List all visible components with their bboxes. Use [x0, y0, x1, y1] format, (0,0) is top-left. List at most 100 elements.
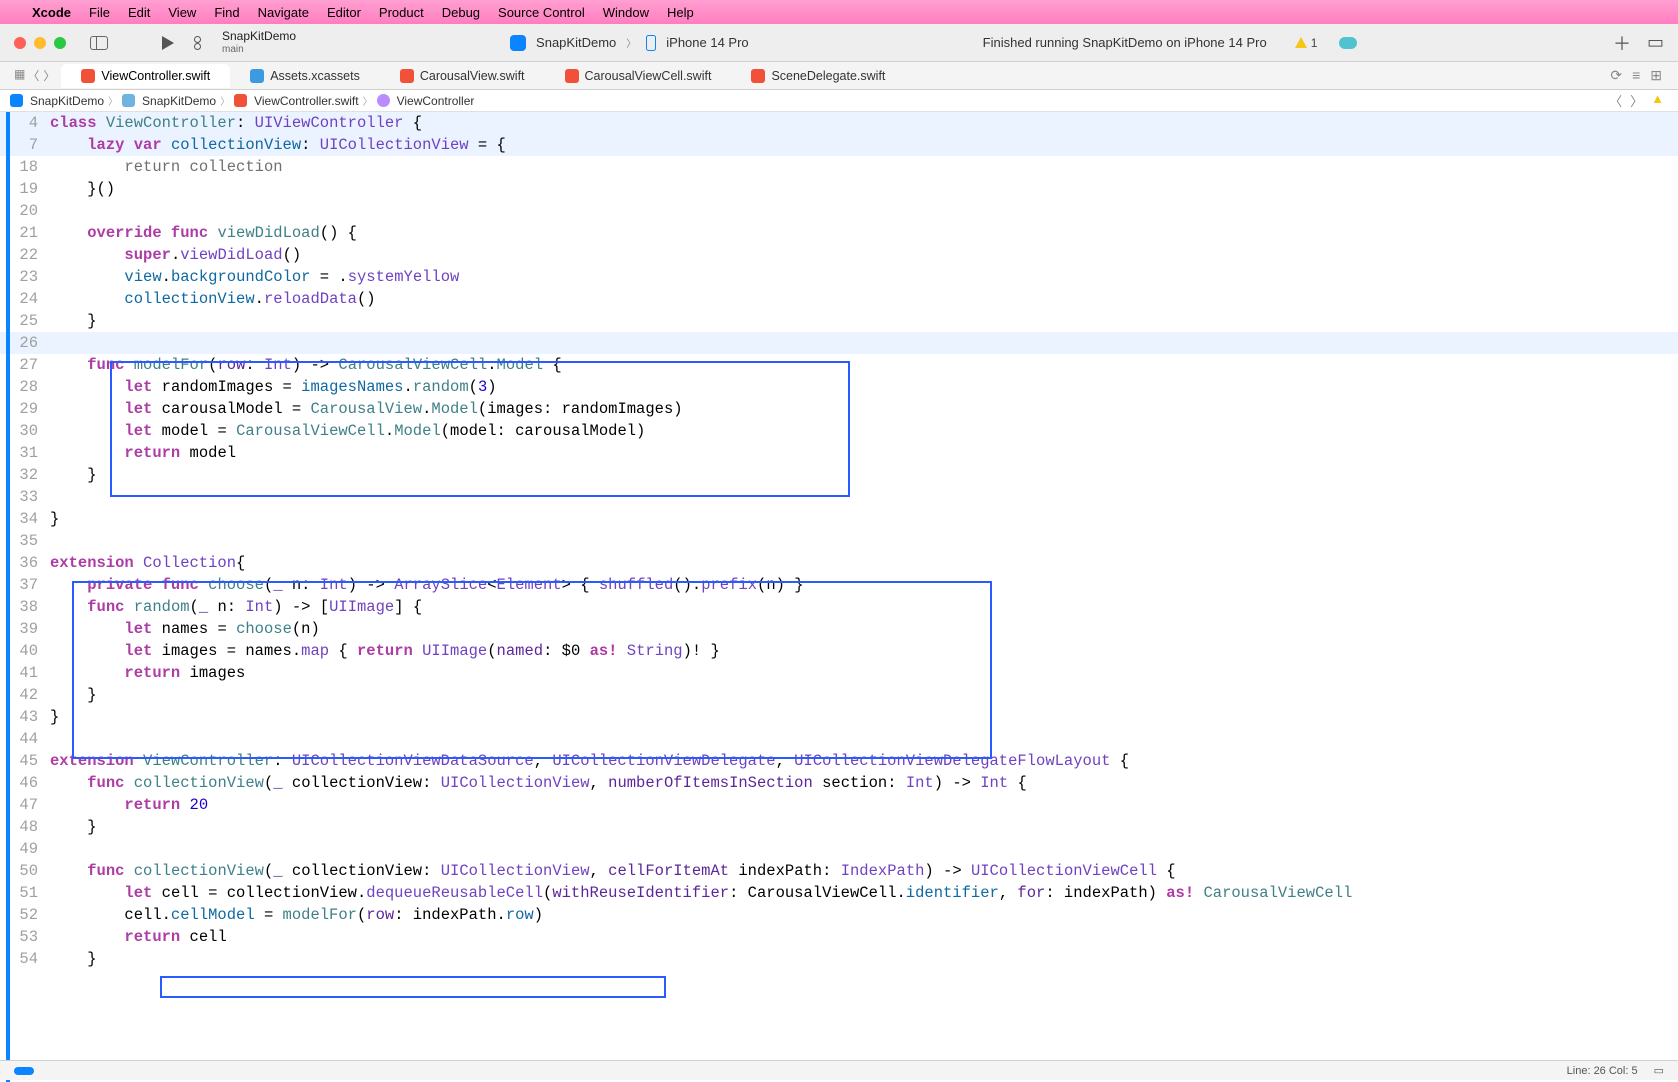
jump-bar[interactable]: SnapKitDemo 〉 SnapKitDemo 〉 ViewControll…: [0, 90, 1678, 112]
code-content[interactable]: let carousalModel = CarousalView.Model(i…: [50, 398, 683, 420]
editor-options-icon[interactable]: ≡: [1632, 67, 1640, 84]
code-content[interactable]: class ViewController: UIViewController {: [50, 112, 422, 134]
code-line[interactable]: 38 func random(_ n: Int) -> [UIImage] {: [0, 596, 1678, 618]
code-line[interactable]: 31 return model: [0, 442, 1678, 464]
code-content[interactable]: lazy var collectionView: UICollectionVie…: [50, 134, 506, 156]
tab-scenedelegate-swift[interactable]: SceneDelegate.swift: [731, 64, 905, 88]
code-line[interactable]: 25 }: [0, 310, 1678, 332]
code-line[interactable]: 53 return cell: [0, 926, 1678, 948]
code-content[interactable]: }: [50, 508, 59, 530]
run-destination[interactable]: SnapKitDemo 〉 iPhone 14 Pro: [510, 35, 749, 51]
code-line[interactable]: 7 lazy var collectionView: UICollectionV…: [0, 134, 1678, 156]
code-line[interactable]: 46 func collectionView(_ collectionView:…: [0, 772, 1678, 794]
code-content[interactable]: super.viewDidLoad(): [50, 244, 301, 266]
code-content[interactable]: }: [50, 948, 97, 970]
code-content[interactable]: func modelFor(row: Int) -> CarousalViewC…: [50, 354, 562, 376]
code-content[interactable]: let names = choose(n): [50, 618, 320, 640]
code-line[interactable]: 30 let model = CarousalViewCell.Model(mo…: [0, 420, 1678, 442]
jumpbar-project[interactable]: SnapKitDemo: [30, 94, 104, 108]
code-line[interactable]: 34}: [0, 508, 1678, 530]
code-line[interactable]: 48 }: [0, 816, 1678, 838]
add-button[interactable]: ＋: [1613, 30, 1631, 56]
tab-viewcontroller-swift[interactable]: ViewController.swift: [61, 64, 230, 88]
code-line[interactable]: 35: [0, 530, 1678, 552]
code-content[interactable]: extension ViewController: UICollectionVi…: [50, 750, 1129, 772]
jumpbar-file[interactable]: ViewController.swift: [254, 94, 358, 108]
code-line[interactable]: 44: [0, 728, 1678, 750]
code-line[interactable]: 43}: [0, 706, 1678, 728]
menu-navigate[interactable]: Navigate: [258, 5, 309, 20]
menu-source-control[interactable]: Source Control: [498, 5, 585, 20]
code-line[interactable]: 42 }: [0, 684, 1678, 706]
cloud-icon[interactable]: [1339, 37, 1357, 49]
nav-back-button[interactable]: 〈: [27, 67, 39, 84]
code-line[interactable]: 37 private func choose(_ n: Int) -> Arra…: [0, 574, 1678, 596]
code-line[interactable]: 49: [0, 838, 1678, 860]
warning-icon[interactable]: ▲: [1647, 91, 1668, 110]
code-content[interactable]: let images = names.map { return UIImage(…: [50, 640, 720, 662]
minimize-window-button[interactable]: [34, 37, 46, 49]
menu-help[interactable]: Help: [667, 5, 694, 20]
jumpbar-symbol[interactable]: ViewController: [397, 94, 475, 108]
code-content[interactable]: extension Collection{: [50, 552, 245, 574]
code-line[interactable]: 33: [0, 486, 1678, 508]
code-line[interactable]: 22 super.viewDidLoad(): [0, 244, 1678, 266]
code-content[interactable]: func collectionView(_ collectionView: UI…: [50, 860, 1176, 882]
code-content[interactable]: override func viewDidLoad() {: [50, 222, 357, 244]
menu-product[interactable]: Product: [379, 5, 424, 20]
code-line[interactable]: 51 let cell = collectionView.dequeueReus…: [0, 882, 1678, 904]
code-line[interactable]: 27 func modelFor(row: Int) -> CarousalVi…: [0, 354, 1678, 376]
prev-issue-button[interactable]: 〈: [1605, 91, 1626, 110]
code-line[interactable]: 41 return images: [0, 662, 1678, 684]
code-line[interactable]: 28 let randomImages = imagesNames.random…: [0, 376, 1678, 398]
code-content[interactable]: func collectionView(_ collectionView: UI…: [50, 772, 1027, 794]
menu-edit[interactable]: Edit: [128, 5, 150, 20]
code-line[interactable]: 45extension ViewController: UICollection…: [0, 750, 1678, 772]
code-content[interactable]: }: [50, 684, 97, 706]
menu-debug[interactable]: Debug: [442, 5, 480, 20]
toggle-debug-area-button[interactable]: ▭: [1654, 1064, 1664, 1077]
refresh-icon[interactable]: ⟳: [1610, 67, 1622, 84]
code-line[interactable]: 52 cell.cellModel = modelFor(row: indexP…: [0, 904, 1678, 926]
code-content[interactable]: let randomImages = imagesNames.random(3): [50, 376, 497, 398]
debug-indicator[interactable]: [14, 1067, 34, 1075]
run-button[interactable]: [162, 36, 174, 50]
code-line[interactable]: 23 view.backgroundColor = .systemYellow: [0, 266, 1678, 288]
code-content[interactable]: view.backgroundColor = .systemYellow: [50, 266, 459, 288]
code-line[interactable]: 47 return 20: [0, 794, 1678, 816]
menu-window[interactable]: Window: [603, 5, 649, 20]
code-line[interactable]: 4class ViewController: UIViewController …: [0, 112, 1678, 134]
code-content[interactable]: }: [50, 706, 59, 728]
code-content[interactable]: }: [50, 816, 97, 838]
menu-find[interactable]: Find: [214, 5, 239, 20]
code-line[interactable]: 54 }: [0, 948, 1678, 970]
code-content[interactable]: return images: [50, 662, 245, 684]
next-issue-button[interactable]: 〉: [1626, 91, 1647, 110]
code-content[interactable]: return 20: [50, 794, 208, 816]
code-content[interactable]: return collection: [50, 156, 283, 178]
nav-forward-button[interactable]: 〉: [43, 67, 55, 84]
tab-carousalviewcell-swift[interactable]: CarousalViewCell.swift: [545, 64, 732, 88]
jumpbar-folder[interactable]: SnapKitDemo: [142, 94, 216, 108]
code-content[interactable]: [50, 332, 87, 354]
tab-carousalview-swift[interactable]: CarousalView.swift: [380, 64, 545, 88]
code-line[interactable]: 21 override func viewDidLoad() {: [0, 222, 1678, 244]
code-content[interactable]: return cell: [50, 926, 227, 948]
code-line[interactable]: 50 func collectionView(_ collectionView:…: [0, 860, 1678, 882]
library-button[interactable]: ▭: [1647, 32, 1664, 53]
code-content[interactable]: return model: [50, 442, 236, 464]
menu-view[interactable]: View: [168, 5, 196, 20]
code-line[interactable]: 39 let names = choose(n): [0, 618, 1678, 640]
code-content[interactable]: func random(_ n: Int) -> [UIImage] {: [50, 596, 422, 618]
scheme-selector[interactable]: SnapKitDemo main: [222, 30, 296, 54]
app-menu[interactable]: Xcode: [32, 5, 71, 20]
code-content[interactable]: cell.cellModel = modelFor(row: indexPath…: [50, 904, 543, 926]
code-content[interactable]: let cell = collectionView.dequeueReusabl…: [50, 882, 1352, 904]
adjust-editor-icon[interactable]: ⊞: [1650, 67, 1662, 84]
code-content[interactable]: }: [50, 310, 97, 332]
code-line[interactable]: 29 let carousalModel = CarousalView.Mode…: [0, 398, 1678, 420]
menu-editor[interactable]: Editor: [327, 5, 361, 20]
related-items-button[interactable]: ▦: [14, 67, 23, 84]
code-content[interactable]: private func choose(_ n: Int) -> ArraySl…: [50, 574, 804, 596]
close-window-button[interactable]: [14, 37, 26, 49]
